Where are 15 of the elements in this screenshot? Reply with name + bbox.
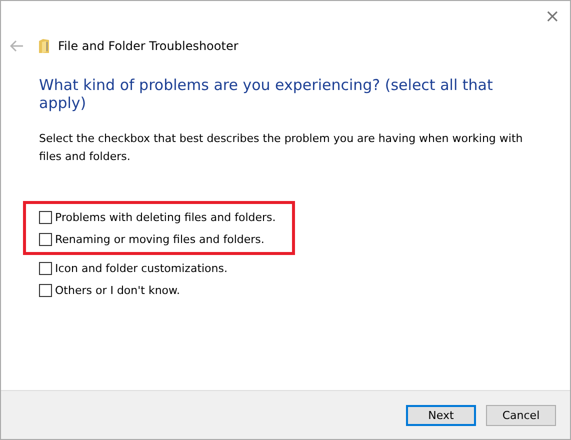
checkbox[interactable] <box>39 262 52 274</box>
close-button[interactable]: × <box>534 1 570 31</box>
heading: What kind of problems are you experiencing? (select all that apply) <box>39 76 494 112</box>
checkbox-option[interactable]: Icon and folder customizations. <box>39 259 532 277</box>
checkbox-option[interactable]: Problems with deleting files and folders. <box>39 208 279 226</box>
checkbox-option[interactable]: Others or I don't know. <box>39 281 532 299</box>
checkbox[interactable] <box>39 232 52 246</box>
checkbox[interactable] <box>39 210 52 224</box>
description: Select the checkbox that best describes the problem you are having when working with files and folders. <box>39 131 524 165</box>
window-title: File and Folder Troubleshooter <box>58 39 238 53</box>
cancel-button[interactable]: Cancel <box>486 404 556 426</box>
checkbox[interactable] <box>39 284 52 296</box>
next-button[interactable]: Next <box>406 404 476 426</box>
folder-icon <box>38 38 50 54</box>
checkbox-option[interactable]: Renaming or moving files and folders. <box>39 230 279 248</box>
